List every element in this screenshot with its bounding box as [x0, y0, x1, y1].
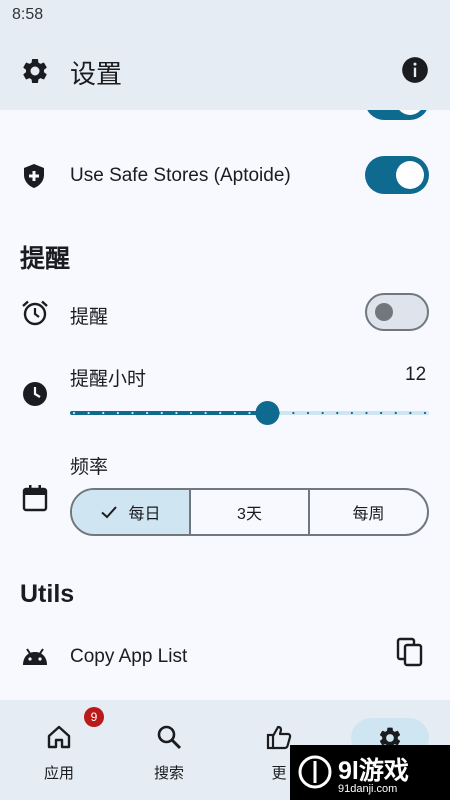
slider-tick — [394, 411, 397, 415]
calendar-icon — [22, 485, 48, 512]
status-time: 8:58 — [12, 6, 44, 23]
slider-tick — [72, 411, 76, 415]
safe-stores-switch[interactable] — [365, 156, 429, 194]
slider-tick — [233, 411, 236, 415]
nav-item-apps[interactable]: 9 应用 — [14, 700, 104, 800]
clock-icon — [23, 382, 47, 406]
status-bar: 8:58 — [0, 0, 450, 32]
slider-tick — [219, 411, 222, 415]
watermark: 9l游戏 91danji.com — [290, 745, 450, 800]
watermark-logo-icon — [298, 755, 332, 789]
section-title-utils: Utils — [20, 580, 75, 608]
frequency-segmented[interactable]: 每日 3天 每周 — [70, 488, 429, 536]
gear-icon — [23, 58, 47, 83]
slider-tick — [102, 411, 105, 415]
home-icon — [47, 725, 71, 749]
app-bar: 设置 — [0, 32, 450, 110]
slider-tick — [409, 411, 412, 415]
section-title-reminders: 提醒 — [20, 245, 71, 273]
frequency-option-daily[interactable]: 每日 — [72, 490, 189, 534]
reminder-toggle-label: 提醒 — [70, 307, 109, 328]
slider-tick — [321, 411, 324, 415]
slider-tick — [175, 411, 178, 415]
slider-tick — [248, 411, 251, 415]
frequency-option-label: 每日 — [128, 506, 161, 523]
android-icon — [23, 648, 47, 665]
thumbs-up-icon — [266, 725, 292, 750]
safe-stores-label: Use Safe Stores (Aptoide) — [70, 165, 291, 186]
slider-tick — [146, 411, 149, 415]
device-icon — [22, 110, 48, 116]
reminder-switch[interactable] — [365, 293, 429, 331]
reminder-hours-label: 提醒小时 — [70, 369, 147, 390]
slider-tick — [380, 411, 383, 415]
slider-tick — [116, 411, 119, 415]
reminder-hours-value: 12 — [405, 364, 427, 385]
partial-row-switch[interactable] — [365, 110, 429, 120]
frequency-option-3days[interactable]: 3天 — [189, 490, 308, 534]
frequency-option-label: 每周 — [352, 506, 385, 523]
page-title: 设置 — [70, 59, 123, 89]
copy-icon[interactable] — [396, 637, 424, 667]
alarm-icon — [22, 300, 48, 326]
slider-thumb[interactable] — [255, 401, 280, 425]
slider-tick — [204, 411, 207, 415]
slider-tick — [189, 411, 193, 415]
slider-tick — [292, 411, 295, 415]
slider-tick — [423, 411, 427, 415]
frequency-label: 频率 — [70, 457, 109, 478]
slider-tick — [336, 411, 339, 415]
copy-app-list-label: Copy App List — [70, 646, 188, 667]
check-icon — [101, 506, 118, 519]
nav-item-label: 应用 — [43, 765, 74, 782]
slider-tick — [131, 411, 134, 415]
slider-tick — [87, 411, 90, 415]
shield-plus-icon — [24, 164, 44, 188]
nav-item-label: 搜索 — [153, 765, 184, 782]
watermark-url: 91danji.com — [338, 783, 398, 795]
slider-tick — [365, 411, 368, 415]
reminder-hours-slider[interactable] — [70, 401, 429, 425]
nav-item-search[interactable]: 搜索 — [124, 700, 214, 800]
info-icon[interactable] — [401, 56, 429, 84]
frequency-option-label: 3天 — [237, 506, 262, 523]
search-icon — [157, 725, 182, 750]
settings-list[interactable]: Use Safe Stores (Aptoide) 提醒 提醒 提醒小时 12 … — [0, 110, 450, 700]
frequency-option-weekly[interactable]: 每周 — [308, 490, 427, 534]
slider-tick — [160, 411, 163, 415]
slider-tick — [350, 411, 353, 415]
watermark-text: 9l游戏 — [338, 757, 409, 785]
slider-tick — [306, 411, 310, 415]
notification-badge: 9 — [84, 707, 104, 727]
